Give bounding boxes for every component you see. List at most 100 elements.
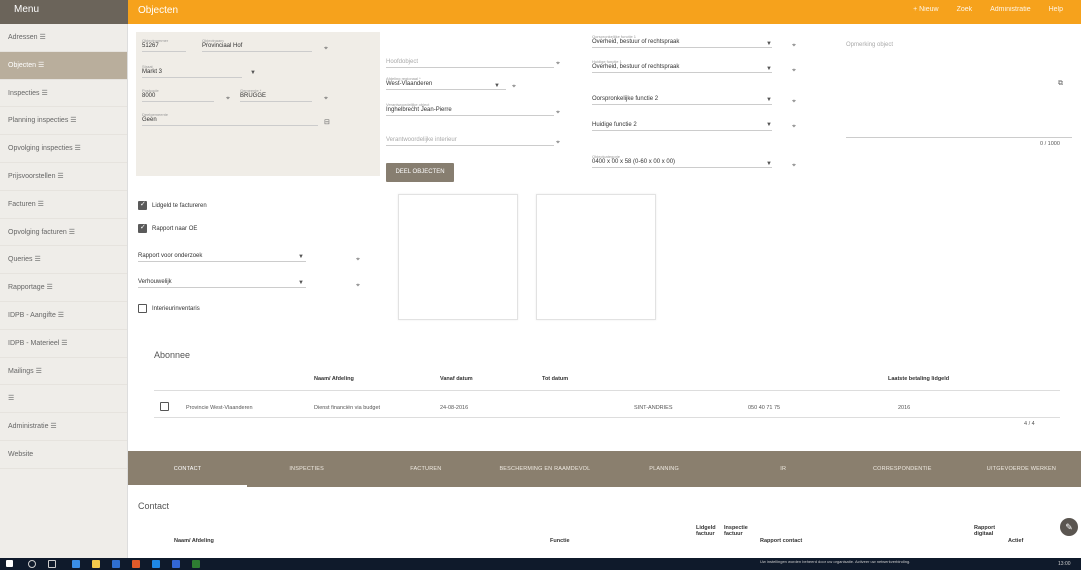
photo-box-1[interactable] xyxy=(398,194,518,320)
sidebar-item-facturen[interactable]: Facturen ☰ xyxy=(0,191,127,219)
tab-correspondentie[interactable]: CORRESPONDENTIE xyxy=(843,451,962,487)
chevron-down-icon[interactable]: ▼ xyxy=(766,122,772,128)
lidgeld-checkbox[interactable] xyxy=(138,200,147,210)
deel-objecten-button[interactable]: DEEL OBJECTEN xyxy=(386,163,454,182)
opmerking-field[interactable]: Opmerking object xyxy=(846,42,1036,50)
app-icon[interactable] xyxy=(172,560,180,568)
pin-icon[interactable]: ⌖ xyxy=(356,256,360,264)
interieur-checkbox-row[interactable]: Interieurinventaris xyxy=(138,304,200,313)
menu-title[interactable]: Menu xyxy=(0,0,128,24)
tab-inspecties[interactable]: INSPECTIES xyxy=(247,451,366,487)
huidige-functie-2-field[interactable]: Huidige functie 2 xyxy=(592,122,772,131)
edge-icon[interactable] xyxy=(72,560,80,568)
sidebar-item-prijsvoorstellen[interactable]: Prijsvoorstellen ☰ xyxy=(0,163,127,191)
straat-field[interactable]: Straat Markt 3 xyxy=(142,64,242,78)
sidebar-item-inspecties[interactable]: Inspecties ☰ xyxy=(0,80,127,108)
chevron-down-icon[interactable]: ▼ xyxy=(298,280,304,286)
sidebar-item-idpb-aangifte[interactable]: IDPB - Aangifte ☰ xyxy=(0,302,127,330)
col-vanaf: Vanaf datum xyxy=(440,376,473,382)
objectcategorie-field[interactable]: Objectcategorie 0400 x 00 x 58 (0-60 x 0… xyxy=(592,154,772,168)
chrome-icon[interactable] xyxy=(132,560,140,568)
admin-button[interactable]: Administratie xyxy=(990,6,1030,13)
afdeling-field[interactable]: Afdeling regionaal * West-Vlaanderen xyxy=(386,76,506,90)
ie-icon[interactable] xyxy=(152,560,160,568)
sidebar-item-idpb-materieel[interactable]: IDPB - Materieel ☰ xyxy=(0,330,127,358)
expand-icon[interactable]: ⧉ xyxy=(1058,80,1063,88)
gemeente-field[interactable]: Gemeente * BRUGGE xyxy=(240,88,312,102)
sidebar-item-opvolging-facturen[interactable]: Opvolging facturen ☰ xyxy=(0,219,127,247)
col-functie: Functie xyxy=(550,538,570,544)
sidebar-item-opvolging-inspecties[interactable]: Opvolging inspecties ☰ xyxy=(0,135,127,163)
oorspronkelijke-functie-1-field[interactable]: Oorspronkelijke functie 1 Overheid, best… xyxy=(592,34,772,48)
sidebar-item-adressen[interactable]: Adressen ☰ xyxy=(0,24,127,52)
chevron-down-icon[interactable]: ▼ xyxy=(766,161,772,167)
abonnee-row-checkbox[interactable] xyxy=(160,402,169,411)
pin-icon[interactable]: ⌖ xyxy=(556,139,560,147)
verantwoordelijke-field[interactable]: Verantwoordelijke object Inghelbrecht Je… xyxy=(386,102,554,116)
folder-icon[interactable] xyxy=(92,560,100,568)
tab-planning[interactable]: PLANNING xyxy=(605,451,724,487)
postcode-field[interactable]: Postcode 8000 xyxy=(142,88,214,102)
pin-icon[interactable]: ⌖ xyxy=(512,83,516,91)
windows-start-icon[interactable] xyxy=(6,560,13,567)
sidebar-item-planning[interactable]: Planning inspecties ☰ xyxy=(0,107,127,136)
chevron-down-icon[interactable]: ▼ xyxy=(250,70,256,76)
sidebar-item-administratie[interactable]: Administratie ☰ xyxy=(0,413,127,441)
word-icon[interactable] xyxy=(112,560,120,568)
sidebar-item-queries[interactable]: Queries ☰ xyxy=(0,246,127,275)
rapport-onderzoek-select[interactable]: Rapport voor onderzoek xyxy=(138,253,306,262)
chevron-down-icon[interactable]: ▼ xyxy=(298,254,304,260)
tab-uitgevoerde-werken[interactable]: UITGEVOERDE WERKEN xyxy=(962,451,1081,487)
objectnaam-field[interactable]: Objectnaam Provinciaal Hof xyxy=(202,38,312,52)
pin-icon[interactable]: ⌖ xyxy=(324,95,328,103)
pin-icon[interactable]: ⌖ xyxy=(226,95,230,103)
rapport-checkbox-row[interactable]: Rapport naar OE xyxy=(138,223,197,233)
chevron-down-icon[interactable]: ▼ xyxy=(766,66,772,72)
pin-icon[interactable]: ⌖ xyxy=(792,162,796,170)
pin-icon[interactable]: ⌖ xyxy=(792,42,796,50)
pin-icon[interactable]: ⌖ xyxy=(792,98,796,106)
photo-box-2[interactable] xyxy=(536,194,656,320)
abonnee-afdeling: Dienst financiën via budget xyxy=(314,405,381,411)
abonnee-betaling: 2016 xyxy=(898,405,911,411)
sidebar-item-rapportage[interactable]: Rapportage ☰ xyxy=(0,274,127,302)
task-view-icon[interactable] xyxy=(48,560,56,568)
oorspronkelijke-functie-2-field[interactable]: Oorspronkelijke functie 2 xyxy=(592,96,772,105)
abonnee-telefoon: 050 40 71 75 xyxy=(748,405,781,411)
sidebar-item-mailings[interactable]: Mailings ☰ xyxy=(0,358,127,386)
chevron-down-icon[interactable]: ▼ xyxy=(766,97,772,103)
verantwoordelijke-interieur-field[interactable]: Verantwoordelijke interieur xyxy=(386,137,554,146)
search-button[interactable]: Zoek xyxy=(957,6,973,13)
page-title: Objecten xyxy=(138,5,179,16)
deelgemeente-field[interactable]: Deelgemeente Geen xyxy=(142,112,318,126)
pin-icon[interactable]: ⌖ xyxy=(556,60,560,68)
huidige-functie-1-field[interactable]: Huidige functie 1 Overheid, bestuur of r… xyxy=(592,59,772,73)
clear-icon[interactable]: ⊟ xyxy=(324,118,330,126)
hoofdobject-field[interactable]: Hoofdobject xyxy=(386,59,554,68)
objectnummer-field[interactable]: Objectnummer 51267 xyxy=(142,38,186,52)
sidebar-item-objecten[interactable]: Objecten ☰ xyxy=(0,51,127,80)
sidebar-item-website[interactable]: Website xyxy=(0,441,127,469)
pin-icon[interactable]: ⌖ xyxy=(792,67,796,75)
tab-ir[interactable]: IR xyxy=(724,451,843,487)
col-inspectie-factuur: Inspectie factuur xyxy=(724,525,748,537)
search-icon[interactable] xyxy=(28,560,36,568)
pencil-icon[interactable]: ✎ xyxy=(1060,518,1078,536)
help-button[interactable]: Help xyxy=(1049,6,1063,13)
pin-icon[interactable]: ⌖ xyxy=(356,282,360,290)
tab-facturen[interactable]: FACTUREN xyxy=(366,451,485,487)
new-button[interactable]: + Nieuw xyxy=(913,6,938,13)
rapport-checkbox[interactable] xyxy=(138,223,147,233)
pin-icon[interactable]: ⌖ xyxy=(324,45,328,53)
verhouwelijk-select[interactable]: Verhouwelijk xyxy=(138,279,306,288)
interieur-checkbox[interactable] xyxy=(138,304,147,313)
lidgeld-checkbox-row[interactable]: Lidgeld te factureren xyxy=(138,200,207,210)
chevron-down-icon[interactable]: ▼ xyxy=(494,83,500,89)
pin-icon[interactable]: ⌖ xyxy=(792,123,796,131)
chevron-down-icon[interactable]: ▼ xyxy=(766,41,772,47)
tab-bescherming[interactable]: BESCHERMING EN RAAMDEVOL xyxy=(485,451,604,487)
pin-icon[interactable]: ⌖ xyxy=(556,109,560,117)
sidebar-item-blank[interactable]: ☰ xyxy=(0,385,127,414)
tab-contact[interactable]: CONTACT xyxy=(128,451,248,487)
excel-icon[interactable] xyxy=(192,560,200,568)
